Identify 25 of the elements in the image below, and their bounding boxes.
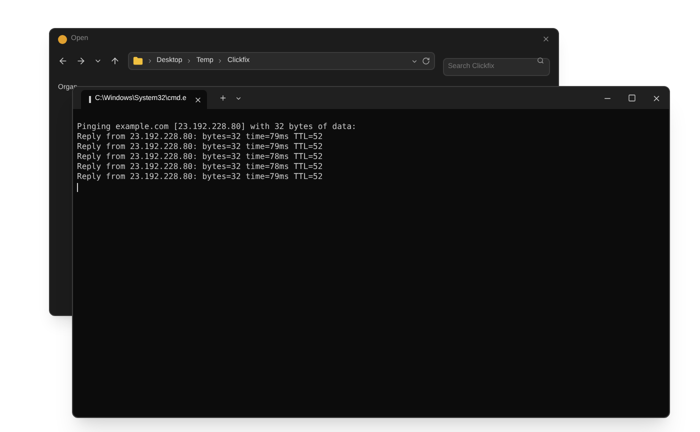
close-icon[interactable] xyxy=(194,96,202,104)
console-line: Pinging example.com [23.192.228.80] with 32 bytes of data: xyxy=(77,122,358,132)
search-icon xyxy=(536,57,544,64)
close-icon[interactable] xyxy=(652,94,661,102)
caret-icon[interactable] xyxy=(235,94,242,102)
folder-icon xyxy=(132,56,143,66)
up-icon[interactable] xyxy=(110,56,120,66)
caret-icon[interactable] xyxy=(410,58,418,64)
console-line: Reply from 23.192.228.80: bytes=32 time=79ms TTL=52 xyxy=(77,132,324,142)
close-icon[interactable] xyxy=(542,35,550,43)
chevron-icon xyxy=(186,58,192,64)
text-cursor xyxy=(77,183,78,192)
console-line: Reply from 23.192.228.80: bytes=32 time=79ms TTL=52 xyxy=(77,172,324,182)
refresh-icon[interactable] xyxy=(422,57,430,65)
console-line: Reply from 23.192.228.80: bytes=32 time=78ms TTL=52 xyxy=(77,152,324,162)
console-line: Reply from 23.192.228.80: bytes=32 time=79ms TTL=52 xyxy=(77,142,324,152)
console-line: Reply from 23.192.228.80: bytes=32 time=78ms TTL=52 xyxy=(77,162,324,172)
maximize-icon[interactable] xyxy=(628,94,636,102)
new-tab-icon[interactable] xyxy=(219,94,227,102)
caret-icon[interactable] xyxy=(94,57,102,65)
back-icon[interactable] xyxy=(58,56,68,66)
chevron-icon xyxy=(217,58,224,64)
chevron-icon xyxy=(146,58,153,64)
app-icon xyxy=(58,34,67,44)
forward-icon[interactable] xyxy=(76,56,86,66)
